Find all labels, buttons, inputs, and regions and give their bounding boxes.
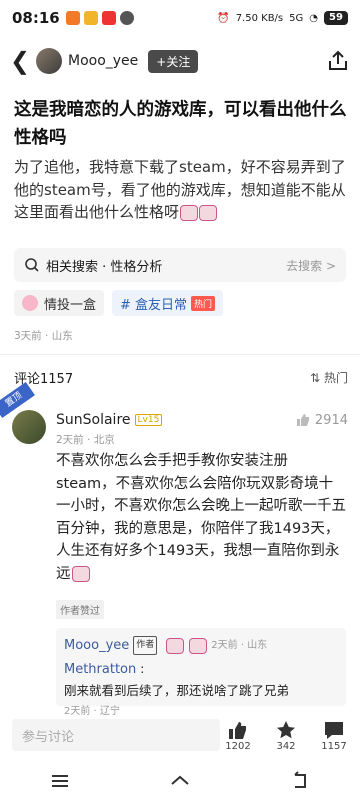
discussion-input[interactable]: 参与讨论 bbox=[12, 719, 220, 751]
tag-row: 情投一盒 # 盒友日常 热门 bbox=[14, 290, 224, 316]
comments-header: 评论1157 ⇅ 热门 bbox=[14, 368, 348, 387]
app-notification-icon bbox=[119, 11, 134, 25]
reply-item: Mooo_yee 作者 2天前 · 山东 bbox=[64, 636, 338, 655]
favorite-count: 342 bbox=[276, 740, 296, 752]
sort-toggle[interactable]: ⇅ 热门 bbox=[310, 369, 348, 386]
commenter: SunSolaire Lv15 bbox=[56, 412, 163, 428]
clock: 08:16 bbox=[12, 9, 60, 27]
emoji-icon bbox=[180, 204, 199, 221]
comment-like-button[interactable]: 2914 bbox=[295, 412, 348, 428]
comment-icon bbox=[325, 721, 343, 739]
commenter-name[interactable]: SunSolaire bbox=[56, 412, 131, 428]
post-actions: 1202 342 1157 bbox=[224, 719, 348, 752]
related-search-label: 相关搜索 · 性格分析 bbox=[46, 259, 163, 275]
related-search[interactable]: 相关搜索 · 性格分析 去搜索 > bbox=[14, 248, 346, 282]
post-header: ❮ Mooo_yee +关注 bbox=[0, 40, 360, 82]
comment-like-count: 2914 bbox=[314, 412, 348, 428]
menu-icon[interactable] bbox=[49, 770, 71, 792]
search-icon bbox=[25, 258, 39, 272]
emoji-icon bbox=[199, 204, 218, 221]
network-speed: 7.50 KB/s bbox=[235, 12, 284, 24]
star-icon bbox=[277, 720, 295, 738]
back-arrow-icon[interactable]: ❮ bbox=[10, 47, 36, 75]
go-search-link[interactable]: 去搜索 > bbox=[286, 257, 336, 274]
follow-button[interactable]: +关注 bbox=[148, 49, 199, 73]
signal-label: 5G bbox=[289, 12, 304, 24]
author-tag: 作者 bbox=[133, 636, 158, 655]
comment-count-bottom: 1157 bbox=[321, 740, 347, 752]
author-name[interactable]: Mooo_yee bbox=[68, 53, 138, 69]
tag-circle[interactable]: 情投一盒 bbox=[14, 290, 105, 316]
bottom-bar: 参与讨论 1202 342 1157 bbox=[0, 708, 360, 762]
share-icon[interactable] bbox=[326, 49, 350, 73]
app-notification-icon bbox=[83, 11, 98, 25]
commenter-avatar[interactable] bbox=[12, 410, 46, 444]
reply-text: 刚来就看到后续了，那还说啥了跳了兄弟 bbox=[64, 683, 290, 698]
comment-text-body: 不喜欢你怎么会手把手教你安装注册steam，不喜欢你怎么会陪你玩双影奇境十一小时… bbox=[56, 453, 346, 582]
post-meta: 3天前 · 山东 bbox=[14, 330, 73, 342]
divider bbox=[0, 354, 360, 355]
thumbs-up-icon bbox=[296, 414, 309, 426]
tag-topic[interactable]: # 盒友日常 热门 bbox=[112, 290, 224, 316]
circle-icon bbox=[22, 295, 38, 311]
like-button[interactable]: 1202 bbox=[224, 719, 252, 752]
reply-author[interactable]: Methratton bbox=[64, 661, 136, 678]
hot-badge: 热门 bbox=[191, 295, 216, 311]
app-notification-icon bbox=[101, 11, 116, 25]
comment-text: 不喜欢你怎么会手把手教你安装注册steam，不喜欢你怎么会陪你玩双影奇境十一小时… bbox=[56, 450, 346, 585]
emoji-icon bbox=[189, 637, 208, 654]
post-body: 为了追他，我特意下载了steam，好不容易弄到了他的steam号，看了他的游戏库… bbox=[14, 156, 350, 224]
sort-label: 热门 bbox=[323, 371, 348, 385]
reply-author[interactable]: Mooo_yee bbox=[64, 637, 129, 654]
reply-time: 2天前 · 山东 bbox=[211, 640, 268, 651]
status-bar: 08:16 ⏰ 7.50 KB/s 5G ◔ 59 bbox=[0, 0, 360, 36]
wifi-icon: ◔ bbox=[309, 12, 318, 24]
author-liked-badge: 作者赞过 bbox=[56, 600, 104, 619]
back-icon[interactable] bbox=[289, 770, 311, 792]
comment-meta: 2天前 · 北京 bbox=[56, 434, 115, 446]
tag-label: 情投一盒 bbox=[44, 297, 97, 313]
like-count: 1202 bbox=[225, 740, 251, 752]
author-avatar[interactable] bbox=[36, 48, 62, 74]
thumbs-up-icon bbox=[229, 721, 246, 739]
home-icon[interactable] bbox=[169, 770, 191, 792]
alarm-icon: ⏰ bbox=[217, 12, 230, 24]
emoji-icon bbox=[71, 565, 90, 582]
level-badge: Lv15 bbox=[134, 414, 163, 426]
app-notification-icon bbox=[65, 11, 80, 25]
post-title: 这是我暗恋的人的游戏库，可以看出他什么性格吗 bbox=[14, 100, 347, 148]
tag-label: # 盒友日常 bbox=[120, 297, 188, 313]
comment-button[interactable]: 1157 bbox=[320, 719, 348, 752]
reply-box[interactable]: Mooo_yee 作者 2天前 · 山东 Methratton: 刚来就看到后续… bbox=[56, 628, 346, 717]
emoji-icon bbox=[166, 637, 185, 654]
battery-icon: 59 bbox=[324, 11, 348, 25]
system-nav-bar bbox=[0, 762, 360, 800]
favorite-button[interactable]: 342 bbox=[272, 719, 300, 752]
